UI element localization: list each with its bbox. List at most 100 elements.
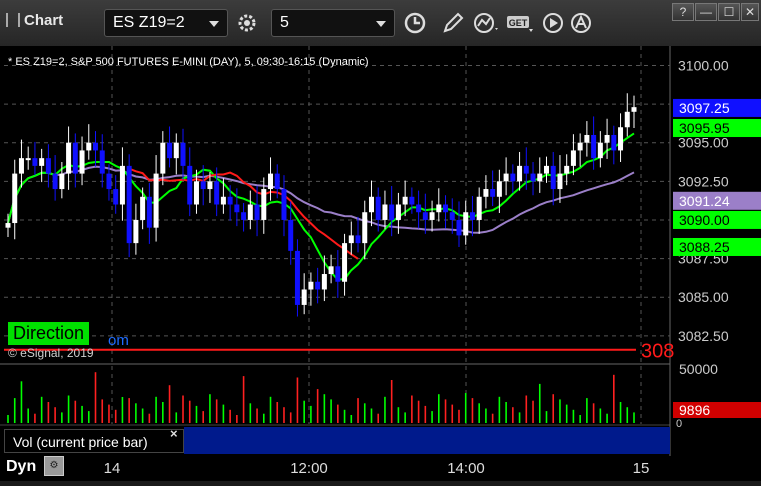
volume-bar — [74, 400, 77, 423]
grip-icon[interactable] — [6, 13, 20, 27]
volume-bar — [195, 405, 198, 423]
candle-body — [429, 212, 435, 220]
candle-body — [72, 142, 78, 174]
price-chart[interactable]: 3100.003097.503095.003092.503090.003087.… — [0, 46, 761, 481]
volume-bar — [47, 402, 50, 423]
volume-bar — [330, 399, 332, 423]
candle-body — [247, 204, 253, 220]
candle-body — [281, 189, 287, 220]
volume-bar — [390, 380, 393, 423]
chevron-down-icon[interactable] — [376, 21, 386, 27]
get-icon[interactable]: GET — [505, 9, 535, 37]
volume-study-label[interactable]: Vol (current price bar) — [4, 429, 184, 453]
alert-icon[interactable] — [566, 9, 596, 37]
candle-body — [570, 150, 576, 166]
candle-body — [86, 142, 92, 151]
price-tick-label: 3095.00 — [678, 135, 729, 151]
volume-axis-bottom: 0 — [676, 418, 682, 430]
volume-bar — [592, 403, 595, 423]
volume-bar — [316, 389, 319, 423]
volume-bar — [505, 402, 507, 423]
price-tick-label: 3100.00 — [678, 57, 729, 73]
volume-bar — [135, 403, 137, 423]
volume-bar — [242, 376, 245, 423]
maximize-button[interactable]: ☐ — [718, 3, 740, 21]
candle-body — [106, 173, 112, 190]
app-title[interactable]: Chart — [6, 12, 63, 29]
minimize-button[interactable]: — — [695, 3, 717, 21]
symbol-value: ES Z19=2 — [113, 14, 185, 31]
candle-body — [160, 142, 166, 174]
candle-body — [173, 142, 179, 159]
study-icon[interactable] — [472, 9, 502, 37]
volume-bar — [182, 395, 184, 423]
candle-body — [193, 181, 199, 205]
candle-body — [79, 150, 85, 174]
candle-body — [449, 212, 455, 220]
clock-icon[interactable] — [400, 9, 430, 37]
candle-body — [469, 212, 475, 220]
candle-body — [375, 196, 381, 220]
candle-body — [113, 189, 119, 205]
volume-bar — [323, 394, 326, 423]
title-bar: Chart ES Z19=2 5 GET ? — ☐ ✕ — [0, 0, 761, 47]
gear-icon[interactable] — [232, 9, 262, 37]
candle-body — [227, 196, 233, 205]
volume-bar — [229, 409, 231, 423]
volume-bar — [269, 396, 272, 423]
dynamic-button[interactable]: Dyn — [6, 458, 36, 476]
direction-label: Direction — [8, 322, 90, 345]
volume-bar — [613, 374, 615, 423]
close-button[interactable]: ✕ — [741, 3, 759, 21]
price-tag-label: 3088.25 — [679, 239, 730, 255]
volume-bar — [431, 411, 433, 423]
price-tag-label: 3090.00 — [679, 212, 730, 228]
candle-body — [476, 196, 482, 220]
volume-bar — [464, 393, 467, 423]
candle-body — [308, 281, 314, 290]
candle-body — [328, 266, 334, 275]
close-icon[interactable]: × — [170, 426, 178, 441]
candle-body — [268, 173, 274, 190]
volume-bar — [121, 397, 124, 423]
pencil-icon[interactable] — [438, 9, 468, 37]
play-icon[interactable] — [538, 9, 568, 37]
candle-body — [39, 158, 45, 166]
volume-bar — [512, 407, 514, 423]
volume-bar — [565, 404, 568, 423]
candle-body — [93, 142, 99, 151]
volume-bar — [478, 403, 480, 423]
candle-body — [52, 173, 58, 190]
candle-body — [207, 181, 213, 190]
price-tag-label: 3095.95 — [679, 120, 730, 136]
candle-body — [584, 134, 590, 143]
candle-body — [503, 173, 509, 182]
volume-bar — [626, 407, 629, 423]
help-button[interactable]: ? — [672, 3, 694, 21]
volume-bar — [377, 413, 380, 423]
volume-bar — [370, 408, 373, 423]
partial-url-text: om — [108, 332, 129, 349]
volume-bar — [417, 400, 420, 423]
interval-combo[interactable]: 5 — [271, 9, 395, 37]
volume-bar — [67, 395, 70, 423]
volume-bar — [162, 402, 164, 423]
volume-bar — [337, 404, 339, 423]
volume-bar — [363, 403, 366, 423]
candle-body — [5, 223, 11, 228]
lock-icon[interactable]: ⚙ — [44, 456, 64, 476]
volume-bar — [101, 399, 104, 423]
candle-body — [294, 250, 300, 305]
symbol-combo[interactable]: ES Z19=2 — [104, 9, 228, 37]
volume-bar — [40, 396, 43, 423]
candle-body — [180, 142, 186, 166]
volume-bar — [202, 411, 205, 423]
svg-text:GET: GET — [509, 18, 528, 28]
volume-bar — [619, 402, 622, 423]
volume-bar — [262, 413, 265, 423]
volume-bar — [222, 404, 225, 423]
volume-bar — [303, 400, 305, 423]
candle-body — [146, 196, 152, 228]
chevron-down-icon[interactable] — [209, 21, 219, 27]
interval-value: 5 — [280, 14, 289, 31]
